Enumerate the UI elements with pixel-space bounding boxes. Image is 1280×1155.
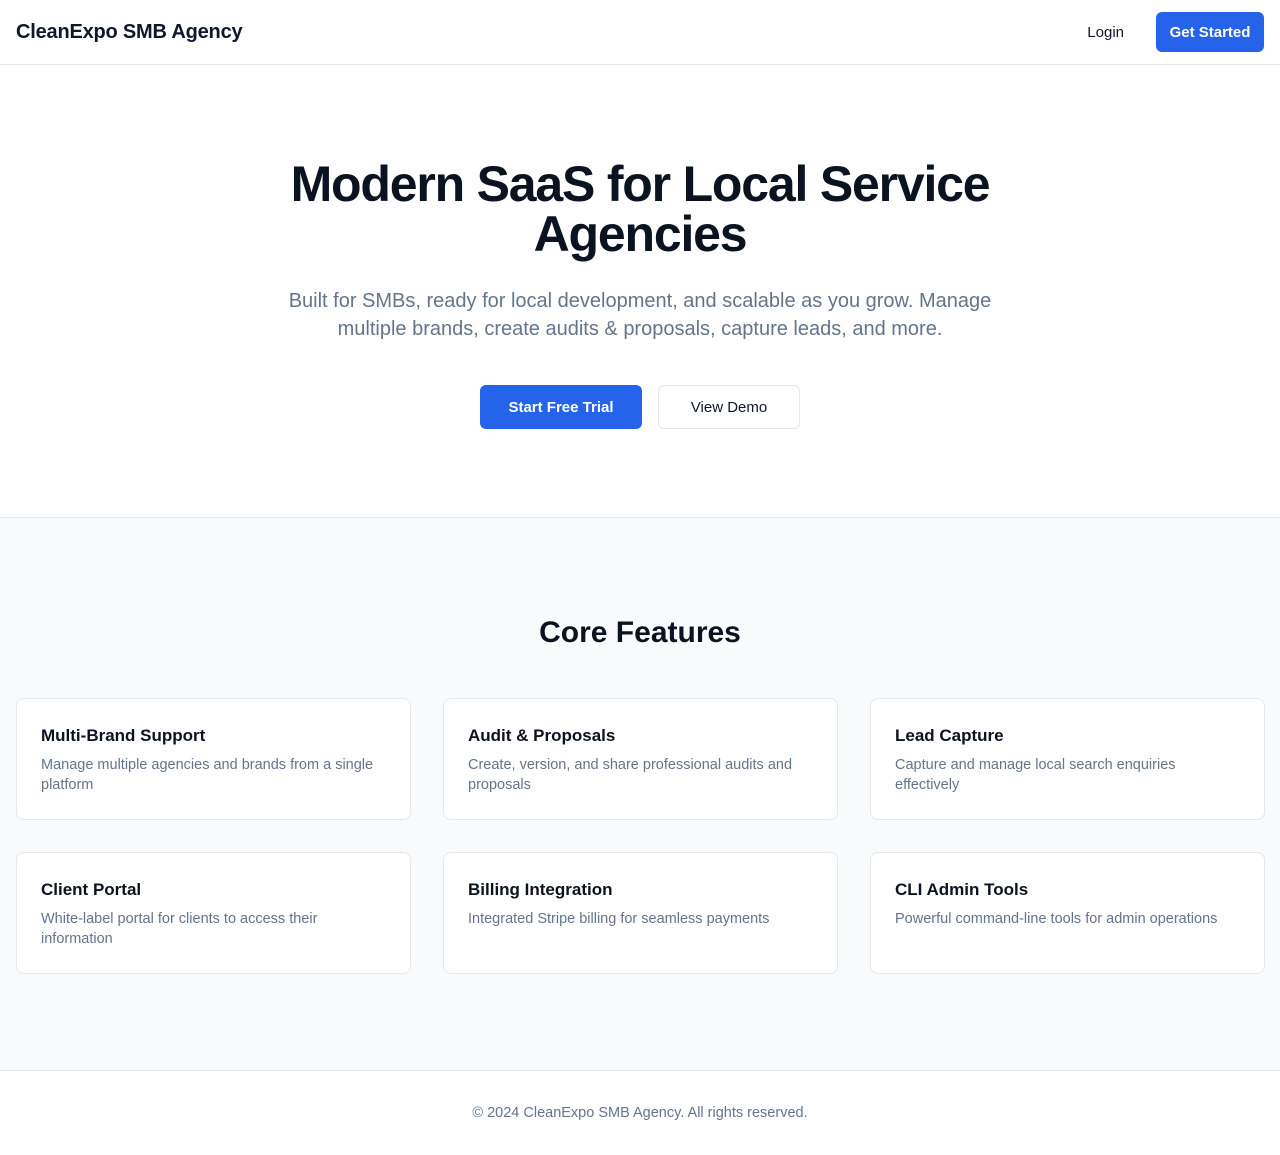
feature-title: Audit & Proposals xyxy=(468,726,616,745)
view-demo-button[interactable]: View Demo xyxy=(658,385,800,429)
get-started-button[interactable]: Get Started xyxy=(1156,12,1264,52)
feature-title: Multi-Brand Support xyxy=(41,726,206,745)
features-heading: Core Features xyxy=(539,616,741,649)
feature-card-cli-admin: CLI Admin Tools Powerful command-line to… xyxy=(870,852,1265,974)
features-grid: Multi-Brand Support Manage multiple agen… xyxy=(16,698,1265,974)
feature-title: Lead Capture xyxy=(895,726,1004,745)
start-free-trial-button[interactable]: Start Free Trial xyxy=(480,385,642,429)
hero-section: Modern SaaS for Local Service Agencies B… xyxy=(0,65,1280,518)
top-nav: CleanExpo SMB Agency Login Get Started xyxy=(0,0,1280,65)
feature-description: Powerful command-line tools for admin op… xyxy=(895,911,1218,927)
hero-title: Modern SaaS for Local Service Agencies xyxy=(290,156,991,262)
feature-title: Billing Integration xyxy=(468,880,613,899)
hero-cta-group: Start Free Trial View Demo xyxy=(480,385,800,429)
feature-description: White-label portal for clients to access… xyxy=(41,911,318,947)
feature-description: Capture and manage local search enquirie… xyxy=(895,757,1176,793)
brand-logo-text[interactable]: CleanExpo SMB Agency xyxy=(16,21,243,44)
copyright-text: © 2024 CleanExpo SMB Agency. All rights … xyxy=(472,1105,808,1121)
feature-description: Manage multiple agencies and brands from… xyxy=(41,757,374,793)
page-footer: © 2024 CleanExpo SMB Agency. All rights … xyxy=(0,1071,1280,1155)
feature-description: Create, version, and share professional … xyxy=(468,757,793,793)
feature-card-client-portal: Client Portal White-label portal for cli… xyxy=(16,852,411,974)
feature-title: CLI Admin Tools xyxy=(895,880,1029,899)
feature-card-lead-capture: Lead Capture Capture and manage local se… xyxy=(870,698,1265,820)
feature-card-audit-proposals: Audit & Proposals Create, version, and s… xyxy=(443,698,838,820)
login-link[interactable]: Login xyxy=(1071,12,1140,52)
features-section: Core Features Multi-Brand Support Manage… xyxy=(0,518,1280,1071)
feature-title: Client Portal xyxy=(41,880,142,899)
feature-card-multi-brand: Multi-Brand Support Manage multiple agen… xyxy=(16,698,411,820)
feature-description: Integrated Stripe billing for seamless p… xyxy=(468,911,770,927)
nav-actions: Login Get Started xyxy=(1071,12,1264,52)
hero-subtitle: Built for SMBs, ready for local developm… xyxy=(288,290,992,340)
feature-card-billing: Billing Integration Integrated Stripe bi… xyxy=(443,852,838,974)
